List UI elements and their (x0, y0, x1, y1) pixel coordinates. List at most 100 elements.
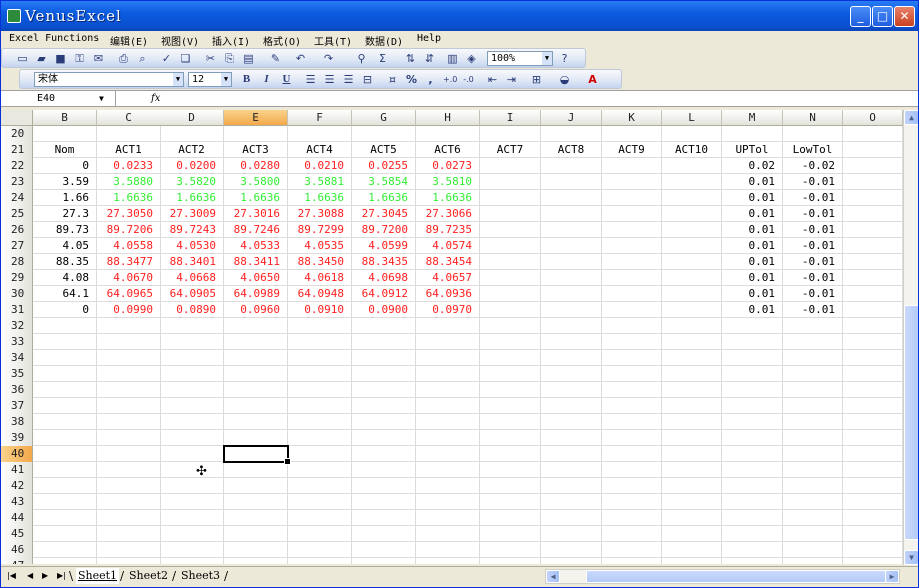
cell[interactable] (722, 318, 783, 334)
cell[interactable]: 0.01 (722, 190, 783, 206)
prev-sheet-icon[interactable]: ◀ (27, 571, 33, 580)
cell[interactable]: -0.01 (783, 222, 843, 238)
cell[interactable] (662, 190, 722, 206)
cell[interactable] (288, 510, 352, 526)
next-sheet-icon[interactable]: ▶ (42, 571, 48, 580)
cell[interactable] (541, 302, 602, 318)
close-button[interactable]: ✕ (894, 6, 915, 27)
cell[interactable] (843, 206, 903, 222)
cell[interactable] (783, 558, 843, 564)
cell[interactable] (224, 510, 288, 526)
permission-icon[interactable]: ⚿ (73, 52, 86, 65)
cell[interactable] (224, 494, 288, 510)
cell[interactable] (722, 462, 783, 478)
cell[interactable] (662, 318, 722, 334)
cell[interactable] (843, 222, 903, 238)
cell[interactable] (843, 446, 903, 462)
cell[interactable] (160, 462, 224, 478)
cell[interactable] (480, 430, 541, 446)
cell[interactable] (541, 462, 602, 478)
cell[interactable] (288, 334, 352, 350)
cell[interactable]: 89.7200 (352, 222, 416, 238)
cell[interactable] (662, 542, 722, 558)
cell[interactable]: 0.01 (722, 270, 783, 286)
cell[interactable] (160, 366, 224, 382)
column-header-j[interactable]: J (541, 110, 602, 126)
cell[interactable] (33, 478, 97, 494)
cell[interactable] (722, 398, 783, 414)
cell[interactable]: 1.6636 (97, 190, 161, 206)
cell[interactable] (480, 542, 541, 558)
cell[interactable] (33, 510, 97, 526)
cell[interactable] (843, 462, 903, 478)
cell[interactable]: -0.01 (783, 302, 843, 318)
merge-center-icon[interactable]: ⊟ (361, 73, 374, 86)
cell[interactable] (843, 286, 903, 302)
cell[interactable] (224, 398, 288, 414)
cell[interactable]: 3.5800 (224, 174, 288, 190)
cell[interactable] (843, 270, 903, 286)
cell[interactable] (783, 334, 843, 350)
cell[interactable]: -0.01 (783, 174, 843, 190)
zoom-select[interactable]: 100% ▼ (487, 51, 553, 66)
cell[interactable] (97, 446, 161, 462)
cell[interactable] (722, 430, 783, 446)
cell[interactable]: LowTol (783, 142, 843, 158)
undo-icon[interactable]: ↶ (294, 52, 307, 65)
cell[interactable] (288, 558, 352, 564)
cell[interactable]: 0.01 (722, 206, 783, 222)
row-header[interactable]: 27 (1, 238, 33, 254)
cell[interactable] (541, 270, 602, 286)
cell[interactable] (722, 350, 783, 366)
decrease-decimal-icon[interactable]: -.0 (462, 73, 475, 86)
drawing-icon[interactable]: ◈ (465, 52, 478, 65)
menu-tools[interactable]: 工具(T) (314, 33, 352, 48)
cell[interactable] (160, 494, 224, 510)
cell[interactable] (722, 558, 783, 564)
cell[interactable] (480, 510, 541, 526)
font-size-select[interactable]: 12 ▼ (188, 72, 232, 87)
cell[interactable] (160, 542, 224, 558)
row-header[interactable]: 43 (1, 494, 33, 510)
cell[interactable]: 4.0530 (160, 238, 224, 254)
cell[interactable]: 0.0210 (288, 158, 352, 174)
cell[interactable] (541, 206, 602, 222)
cell[interactable]: 0.01 (722, 222, 783, 238)
cell[interactable] (288, 366, 352, 382)
menu-insert[interactable]: 插入(I) (212, 33, 250, 48)
cell[interactable]: 27.3050 (97, 206, 161, 222)
cell[interactable] (97, 350, 161, 366)
cell[interactable]: 89.7206 (97, 222, 161, 238)
cell[interactable]: -0.01 (783, 190, 843, 206)
cell[interactable] (97, 558, 161, 564)
cell[interactable] (722, 478, 783, 494)
row-header[interactable]: 20 (1, 126, 33, 142)
cell[interactable]: 64.0989 (224, 286, 288, 302)
bold-button[interactable]: B (240, 73, 253, 86)
minimize-button[interactable]: _ (850, 6, 871, 27)
cell[interactable]: 4.0599 (352, 238, 416, 254)
cell[interactable] (602, 430, 662, 446)
cell[interactable] (224, 462, 288, 478)
cell[interactable] (602, 190, 662, 206)
comma-button[interactable]: , (424, 73, 437, 86)
cell[interactable] (97, 526, 161, 542)
borders-icon[interactable]: ⊞ (530, 73, 543, 86)
cell[interactable] (416, 414, 480, 430)
cell[interactable] (722, 334, 783, 350)
cell[interactable] (662, 526, 722, 542)
cell[interactable] (288, 318, 352, 334)
menu-view[interactable]: 视图(V) (161, 33, 199, 48)
cell[interactable] (224, 366, 288, 382)
cell[interactable] (602, 446, 662, 462)
tab-sheet2[interactable]: Sheet2 (127, 568, 170, 584)
cell[interactable] (33, 398, 97, 414)
cell[interactable] (160, 446, 224, 462)
horizontal-scrollbar[interactable]: ◀ ▶ (545, 569, 900, 584)
cell[interactable] (602, 350, 662, 366)
cell[interactable] (541, 494, 602, 510)
cell[interactable]: 64.0912 (352, 286, 416, 302)
cell[interactable] (602, 366, 662, 382)
cell[interactable] (722, 542, 783, 558)
cell[interactable]: 0.0273 (416, 158, 480, 174)
